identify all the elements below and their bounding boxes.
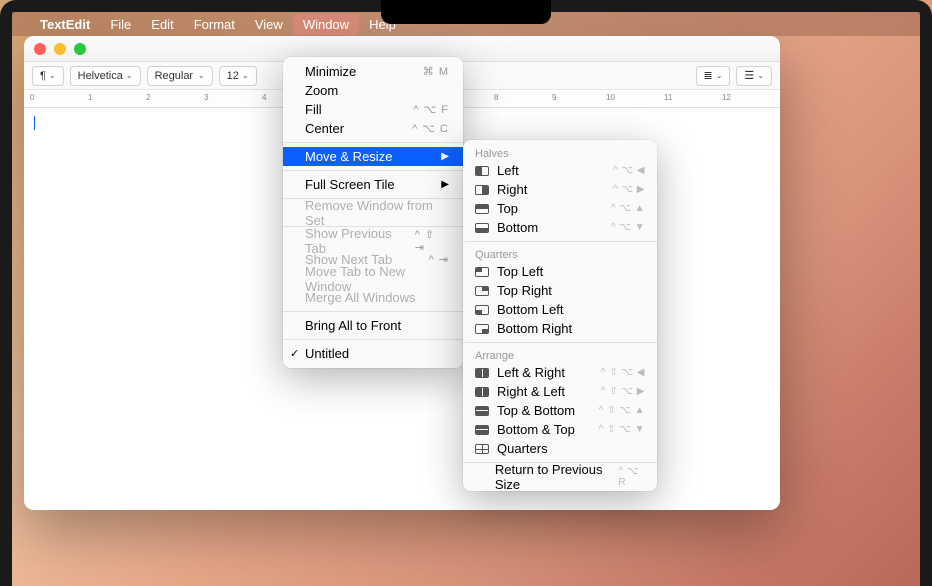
menu-zoom[interactable]: Zoom [283,81,463,100]
menu-app[interactable]: TextEdit [30,14,100,35]
submenu-left[interactable]: Left^ ⌥ ◀ [463,161,657,180]
arrange-tb-icon [475,406,489,416]
menu-untitled[interactable]: ✓Untitled [283,344,463,363]
half-right-icon [475,185,489,195]
menu-view[interactable]: View [245,14,293,35]
submenu-bottom-left[interactable]: Bottom Left [463,300,657,319]
submenu-header-halves: Halves [463,145,657,161]
half-top-icon [475,204,489,214]
quarter-bl-icon [475,305,489,315]
menu-separator [283,142,463,143]
submenu-quarters[interactable]: Quarters [463,439,657,458]
window-menu-dropdown: Minimize⌘ M Zoom Fill^ ⌥ F Center^ ⌥ C M… [283,57,463,368]
submenu-top-right[interactable]: Top Right [463,281,657,300]
font-family-select[interactable]: Helvetica⌄ [70,66,141,86]
font-weight-select[interactable]: Regular⌄ [147,66,213,86]
menu-show-prev-tab: Show Previous Tab^ ⇧ ⇥ [283,231,463,250]
text-cursor [34,116,35,130]
checkmark-icon: ✓ [290,347,299,360]
submenu-bottom-right[interactable]: Bottom Right [463,319,657,338]
menu-minimize[interactable]: Minimize⌘ M [283,62,463,81]
menu-center[interactable]: Center^ ⌥ C [283,119,463,138]
menu-bring-front[interactable]: Bring All to Front [283,316,463,335]
submenu-bottom[interactable]: Bottom^ ⌥ ▼ [463,218,657,237]
menu-fill[interactable]: Fill^ ⌥ F [283,100,463,119]
quarter-br-icon [475,324,489,334]
submenu-top[interactable]: Top^ ⌥ ▲ [463,199,657,218]
half-left-icon [475,166,489,176]
submenu-top-left[interactable]: Top Left [463,262,657,281]
arrange-bt-icon [475,425,489,435]
menu-separator [463,342,657,343]
minimize-icon[interactable] [54,43,66,55]
menu-merge-all: Merge All Windows [283,288,463,307]
menu-full-screen-tile[interactable]: Full Screen Tile▶ [283,175,463,194]
menu-file[interactable]: File [100,14,141,35]
menu-move-resize[interactable]: Move & Resize▶ [283,147,463,166]
paragraph-style-button[interactable]: ¶ ⌄ [32,66,64,86]
submenu-header-arrange: Arrange [463,347,657,363]
submenu-header-quarters: Quarters [463,246,657,262]
half-bottom-icon [475,223,489,233]
arrange-lr-icon [475,368,489,378]
menu-edit[interactable]: Edit [141,14,183,35]
menu-separator [283,311,463,312]
move-resize-submenu: Halves Left^ ⌥ ◀ Right^ ⌥ ▶ Top^ ⌥ ▲ Bot… [463,140,657,491]
menu-separator [283,339,463,340]
submenu-bottom-top[interactable]: Bottom & Top^ ⇧ ⌥ ▼ [463,420,657,439]
chevron-right-icon: ▶ [441,151,449,162]
quarter-tl-icon [475,267,489,277]
submenu-return-previous[interactable]: Return to Previous Size^ ⌥ R [463,467,657,486]
line-spacing-button[interactable]: ≣ ⌄ [696,66,731,86]
menu-remove-from-set: Remove Window from Set [283,203,463,222]
zoom-icon[interactable] [74,43,86,55]
chevron-right-icon: ▶ [441,179,449,190]
menu-separator [283,170,463,171]
menu-move-tab-new: Move Tab to New Window [283,269,463,288]
list-style-button[interactable]: ☰ ⌄ [736,66,772,86]
menu-separator [463,241,657,242]
font-size-select[interactable]: 12 ⌄ [219,66,257,86]
laptop-notch [381,0,551,24]
submenu-top-bottom[interactable]: Top & Bottom^ ⇧ ⌥ ▲ [463,401,657,420]
submenu-right[interactable]: Right^ ⌥ ▶ [463,180,657,199]
menu-format[interactable]: Format [184,14,245,35]
close-icon[interactable] [34,43,46,55]
quarter-tr-icon [475,286,489,296]
arrange-quarters-icon [475,444,489,454]
arrange-rl-icon [475,387,489,397]
menu-window[interactable]: Window [293,14,359,35]
submenu-right-left[interactable]: Right & Left^ ⇧ ⌥ ▶ [463,382,657,401]
submenu-left-right[interactable]: Left & Right^ ⇧ ⌥ ◀ [463,363,657,382]
